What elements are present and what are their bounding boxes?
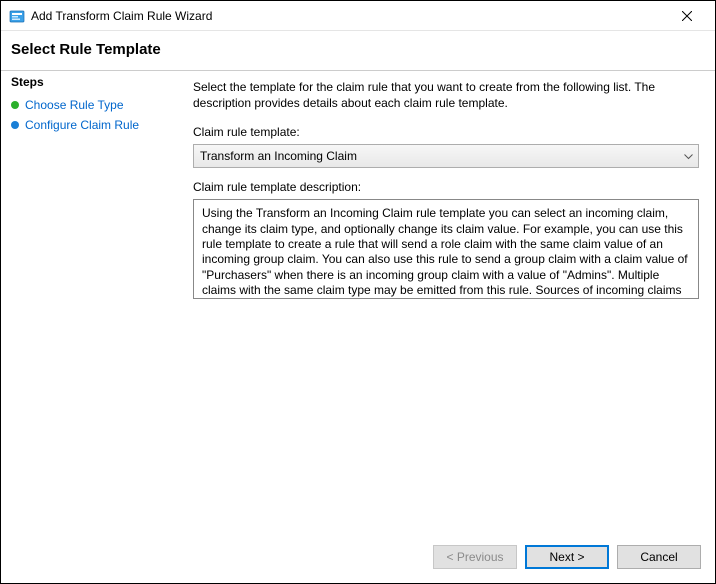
description-field-label: Claim rule template description: (193, 180, 699, 194)
main-content: Select the template for the claim rule t… (177, 71, 715, 535)
next-button[interactable]: Next > (525, 545, 609, 569)
cancel-button[interactable]: Cancel (617, 545, 701, 569)
body: Steps Choose Rule Type Configure Claim R… (1, 71, 715, 535)
claim-rule-template-select[interactable]: Transform an Incoming Claim (193, 144, 699, 168)
steps-heading: Steps (11, 75, 167, 89)
step-label: Configure Claim Rule (25, 118, 139, 132)
window-title: Add Transform Claim Rule Wizard (31, 9, 667, 23)
step-configure-claim-rule[interactable]: Configure Claim Rule (11, 115, 167, 135)
spacer (193, 299, 699, 525)
app-icon (9, 8, 25, 24)
step-bullet-icon (11, 121, 19, 129)
claim-rule-template-wrap: Transform an Incoming Claim (193, 144, 699, 168)
step-label: Choose Rule Type (25, 98, 124, 112)
template-field-label: Claim rule template: (193, 125, 699, 139)
instruction-text: Select the template for the claim rule t… (193, 79, 699, 111)
header: Select Rule Template (1, 31, 715, 71)
titlebar: Add Transform Claim Rule Wizard (1, 1, 715, 31)
page-title: Select Rule Template (11, 41, 705, 58)
close-button[interactable] (667, 2, 707, 30)
steps-sidebar: Steps Choose Rule Type Configure Claim R… (1, 71, 177, 535)
select-value: Transform an Incoming Claim (200, 149, 357, 163)
step-bullet-icon (11, 101, 19, 109)
previous-button: < Previous (433, 545, 517, 569)
step-choose-rule-type[interactable]: Choose Rule Type (11, 95, 167, 115)
template-description: Using the Transform an Incoming Claim ru… (193, 199, 699, 299)
close-icon (682, 11, 692, 21)
footer: < Previous Next > Cancel (1, 535, 715, 583)
